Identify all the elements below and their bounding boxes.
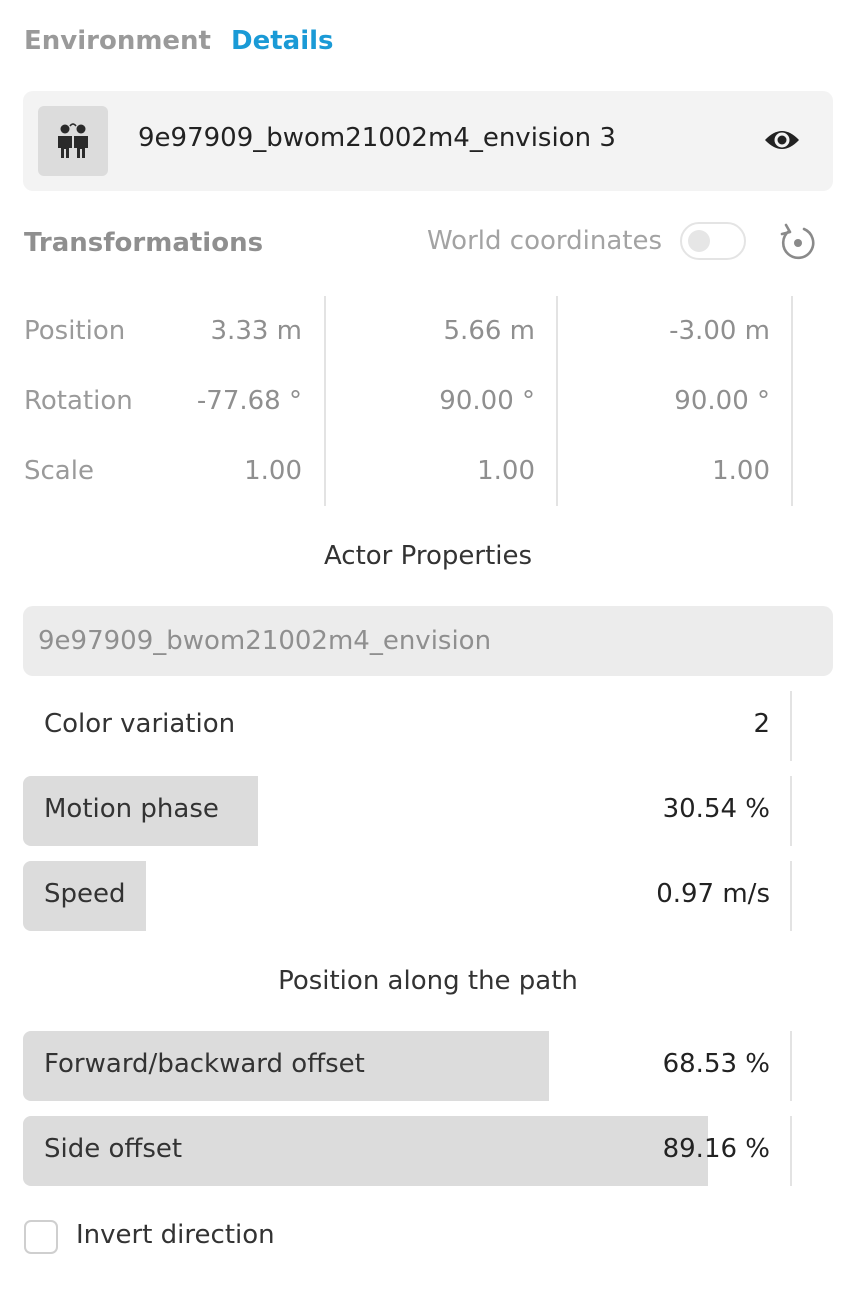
actor-properties-heading: Actor Properties [323,541,533,571]
scale-z-value[interactable]: 1.00 [550,456,770,486]
people-icon [58,123,88,158]
motion-phase-slider[interactable]: Motion phase 30.54 % [23,776,791,846]
row-divider [790,776,792,846]
motion-phase-value: 30.54 % [662,794,770,824]
row-divider [790,861,792,931]
position-y-value[interactable]: 5.66 m [315,316,535,346]
speed-label: Speed [44,879,126,909]
world-coordinates-label: World coordinates [427,226,662,256]
rotation-y-value[interactable]: 90.00 ° [315,386,535,416]
scale-x-value[interactable]: 1.00 [82,456,302,486]
color-variation-label: Color variation [44,709,236,739]
reset-transform-button[interactable] [778,222,818,266]
invert-direction-label: Invert direction [76,1220,275,1250]
path-heading: Position along the path [278,966,578,996]
forward-offset-value: 68.53 % [662,1049,770,1079]
tab-details[interactable]: Details [231,26,334,56]
speed-slider[interactable]: Speed 0.97 m/s [23,861,791,931]
motion-phase-label: Motion phase [44,794,219,824]
actor-header-card: 9e97909_bwom21002m4_envision 3 [23,91,833,191]
reset-icon [780,223,815,260]
rotation-x-value[interactable]: -77.68 ° [82,386,302,416]
actor-avatar [38,106,108,176]
side-offset-value: 89.16 % [662,1134,770,1164]
color-variation-row[interactable]: Color variation 2 [23,691,791,761]
visibility-toggle-button[interactable] [763,125,801,159]
side-offset-label: Side offset [44,1134,183,1164]
forward-offset-slider[interactable]: Forward/backward offset 68.53 % [23,1031,791,1101]
color-variation-value: 2 [753,709,770,739]
world-coordinates-toggle[interactable] [680,222,746,260]
transformations-title: Transformations [24,228,264,258]
row-divider [790,1116,792,1186]
position-z-value[interactable]: -3.00 m [550,316,770,346]
forward-offset-label: Forward/backward offset [44,1049,365,1079]
position-x-value[interactable]: 3.33 m [82,316,302,346]
row-divider [790,691,792,761]
actor-model-field[interactable] [23,606,833,676]
actor-name: 9e97909_bwom21002m4_envision 3 [138,123,616,153]
eye-icon [765,131,799,149]
row-divider [790,1031,792,1101]
side-offset-slider[interactable]: Side offset 89.16 % [23,1116,791,1186]
tab-environment[interactable]: Environment [24,26,211,56]
invert-direction-checkbox[interactable] [24,1220,58,1254]
speed-value: 0.97 m/s [656,879,770,909]
scale-y-value[interactable]: 1.00 [315,456,535,486]
rotation-z-value[interactable]: 90.00 ° [550,386,770,416]
column-divider [791,296,793,506]
toggle-knob [688,230,710,252]
